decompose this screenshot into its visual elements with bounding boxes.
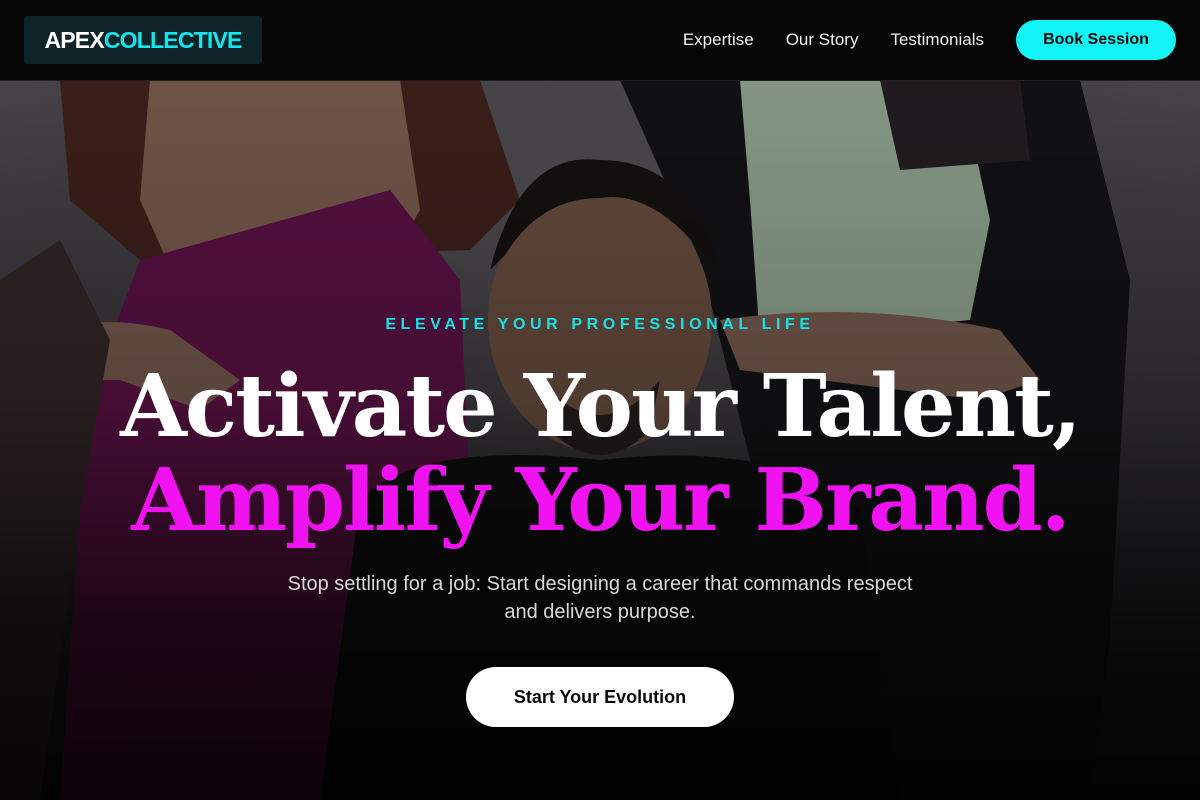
hero-eyebrow: ELEVATE YOUR PROFESSIONAL LIFE <box>385 316 815 333</box>
start-evolution-button[interactable]: Start Your Evolution <box>466 667 734 727</box>
nav-link-testimonials[interactable]: Testimonials <box>890 30 984 50</box>
hero-headline: Activate Your Talent, Amplify Your Brand… <box>0 360 1200 548</box>
headline-line-1: Activate Your Talent, <box>120 356 1082 457</box>
logo-text-accent: COLLECTIVE <box>103 26 242 53</box>
nav-link-our-story[interactable]: Our Story <box>786 30 859 50</box>
nav-link-expertise[interactable]: Expertise <box>683 30 754 50</box>
headline-line-2: Amplify Your Brand. <box>131 450 1070 551</box>
hero-section: ELEVATE YOUR PROFESSIONAL LIFE Activate … <box>0 80 1200 800</box>
main-nav: Expertise Our Story Testimonials <box>683 0 984 80</box>
brand-logo[interactable]: APEX COLLECTIVE <box>24 16 262 64</box>
hero-subtitle: Stop settling for a job: Start designing… <box>287 573 913 623</box>
logo-text-primary: APEX <box>44 26 104 53</box>
site-header: APEX COLLECTIVE Expertise Our Story Testi… <box>0 0 1200 81</box>
book-session-button[interactable]: Book Session <box>1016 20 1176 60</box>
landing-page: APEX COLLECTIVE Expertise Our Story Testi… <box>0 0 1200 800</box>
